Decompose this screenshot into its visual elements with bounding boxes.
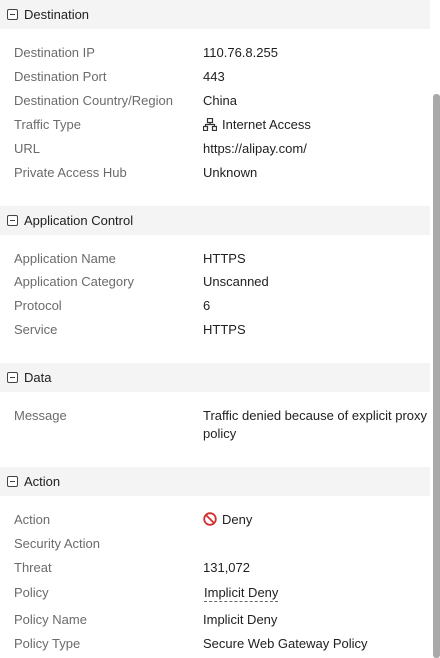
field-label: Policy Name <box>14 612 87 627</box>
field-value: Unknown <box>203 165 258 180</box>
collapse-icon[interactable] <box>7 215 18 226</box>
section-title: Action <box>24 474 61 489</box>
field-label: Traffic Type <box>14 117 81 132</box>
policy-link[interactable]: Implicit Deny <box>204 585 279 602</box>
field-value: 6 <box>203 298 211 313</box>
field-value: HTTPS <box>203 322 246 337</box>
field-label: Private Access Hub <box>14 165 127 180</box>
section-title: Destination <box>24 7 90 22</box>
collapse-icon[interactable] <box>7 476 18 487</box>
field-value: Secure Web Gateway Policy <box>203 636 368 651</box>
field-label: URL <box>14 141 41 156</box>
policy-link-text[interactable]: Implicit Deny <box>204 585 279 602</box>
field-label: Destination Port <box>14 69 107 84</box>
field-label: Threat <box>14 560 52 575</box>
field-value-wrapper: Internet Access <box>202 117 311 134</box>
collapse-icon[interactable] <box>7 9 18 20</box>
section-header-action[interactable]: Action <box>0 467 430 496</box>
field-label: Policy Type <box>14 636 81 651</box>
field-value: China <box>203 93 237 108</box>
field-value: 131,072 <box>203 560 250 575</box>
field-label: Action <box>14 512 51 527</box>
network-icon <box>202 117 218 134</box>
field-label: Protocol <box>14 298 62 313</box>
field-label: Destination Country/Region <box>14 93 173 108</box>
field-label: Service <box>14 322 58 337</box>
field-value: Deny <box>222 512 253 527</box>
field-value: Traffic denied because of explicit proxy… <box>203 408 428 441</box>
field-value: Internet Access <box>222 117 311 132</box>
field-value: 110.76.8.255 <box>203 45 278 60</box>
section-title: Application Control <box>24 213 134 228</box>
field-value: Implicit Deny <box>203 612 278 627</box>
field-label: Application Name <box>14 251 116 266</box>
field-value: https://alipay.com/ <box>203 141 307 156</box>
field-label: Security Action <box>14 536 100 551</box>
section-title: Data <box>24 370 52 385</box>
collapse-icon[interactable] <box>7 372 18 383</box>
deny-icon <box>203 512 217 529</box>
field-value: 443 <box>203 69 225 84</box>
field-label: Application Category <box>14 274 134 289</box>
scrollbar[interactable] <box>433 94 440 658</box>
field-label: Destination IP <box>14 45 95 60</box>
field-label: Message <box>14 408 67 423</box>
section-header-data[interactable]: Data <box>0 363 430 392</box>
section-header-application-control[interactable]: Application Control <box>0 206 430 235</box>
field-value: HTTPS <box>203 251 246 266</box>
field-label: Policy <box>14 585 49 600</box>
section-header-destination[interactable]: Destination <box>0 0 430 29</box>
field-value: Unscanned <box>203 274 269 289</box>
field-value-wrapper: Deny <box>203 512 252 529</box>
